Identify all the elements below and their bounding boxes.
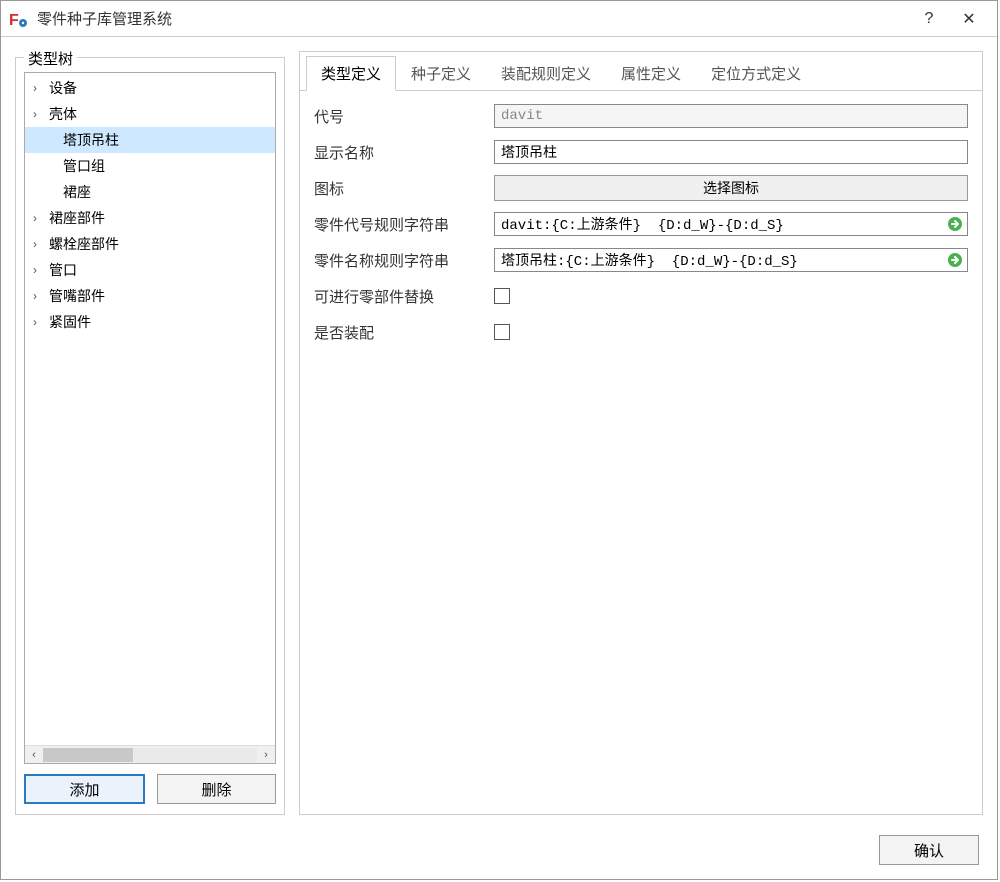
go-icon[interactable]: [945, 250, 965, 270]
tree-item-equipment[interactable]: › 设备: [25, 75, 275, 101]
chevron-right-icon: ›: [33, 211, 49, 225]
tree-item-nozzle[interactable]: › 管口: [25, 257, 275, 283]
tab-attribute-definition[interactable]: 属性定义: [606, 56, 696, 91]
row-icon: 图标 选择图标: [314, 175, 968, 201]
row-name-rule: 零件名称规则字符串: [314, 247, 968, 273]
tree-item-label: 裙座部件: [49, 208, 105, 228]
ok-button[interactable]: 确认: [879, 835, 979, 865]
icon-label: 图标: [314, 178, 494, 199]
tree-item-shell[interactable]: › 壳体: [25, 101, 275, 127]
window-title: 零件种子库管理系统: [37, 8, 909, 29]
right-panel: 类型定义 种子定义 装配规则定义 属性定义 定位方式定义 代号 显示名称 图标 …: [299, 51, 983, 815]
replace-checkbox[interactable]: [494, 288, 510, 304]
row-assemble: 是否装配: [314, 319, 968, 345]
chevron-right-icon: ›: [33, 107, 49, 121]
tabs: 类型定义 种子定义 装配规则定义 属性定义 定位方式定义: [300, 56, 982, 91]
titlebar: F 零件种子库管理系统 ? ✕: [1, 1, 997, 37]
svg-text:F: F: [9, 12, 19, 29]
form: 代号 显示名称 图标 选择图标 零件代号规则字符串: [300, 91, 982, 367]
name-rule-field: [494, 248, 968, 272]
row-code: 代号: [314, 103, 968, 129]
chevron-right-icon: ›: [33, 315, 49, 329]
help-button[interactable]: ?: [909, 4, 949, 34]
scroll-thumb[interactable]: [43, 748, 133, 762]
row-replace: 可进行零部件替换: [314, 283, 968, 309]
app-icon: F: [9, 9, 29, 29]
code-rule-input[interactable]: [495, 216, 945, 232]
type-tree[interactable]: › 设备 › 壳体 塔顶吊柱 管口组: [25, 73, 275, 745]
code-rule-field: [494, 212, 968, 236]
tree-groupbox: 类型树 › 设备 › 壳体 塔顶吊柱: [15, 57, 285, 815]
code-rule-label: 零件代号规则字符串: [314, 214, 494, 235]
tree-buttons: 添加 删除: [24, 774, 276, 804]
tree-item-label: 紧固件: [49, 312, 91, 332]
chevron-right-icon: ›: [33, 237, 49, 251]
delete-button[interactable]: 删除: [157, 774, 276, 804]
tree-item-label: 管嘴部件: [49, 286, 105, 306]
tree-item-bolt-seat[interactable]: › 螺栓座部件: [25, 231, 275, 257]
tree-item-label: 螺栓座部件: [49, 234, 119, 254]
assemble-checkbox[interactable]: [494, 324, 510, 340]
tab-seed-definition[interactable]: 种子定义: [396, 56, 486, 91]
close-button[interactable]: ✕: [949, 4, 989, 34]
tab-positioning-definition[interactable]: 定位方式定义: [696, 56, 816, 91]
name-label: 显示名称: [314, 142, 494, 163]
tab-assembly-rules[interactable]: 装配规则定义: [486, 56, 606, 91]
chevron-right-icon: ›: [33, 289, 49, 303]
tree-item-fastener[interactable]: › 紧固件: [25, 309, 275, 335]
tab-type-definition[interactable]: 类型定义: [306, 56, 396, 91]
tree-item-nozzle-group[interactable]: 管口组: [25, 153, 275, 179]
go-icon[interactable]: [945, 214, 965, 234]
scroll-left-icon[interactable]: ‹: [25, 746, 43, 764]
chevron-right-icon: ›: [33, 81, 49, 95]
tree-item-nozzle-parts[interactable]: › 管嘴部件: [25, 283, 275, 309]
code-label: 代号: [314, 106, 494, 127]
main-window: F 零件种子库管理系统 ? ✕ 类型树 › 设备 ›: [0, 0, 998, 880]
name-rule-label: 零件名称规则字符串: [314, 250, 494, 271]
scroll-track[interactable]: [43, 748, 257, 762]
replace-label: 可进行零部件替换: [314, 286, 494, 307]
code-input: [494, 104, 968, 128]
footer: 确认: [1, 825, 997, 879]
name-input[interactable]: [494, 140, 968, 164]
chevron-right-icon: ›: [33, 263, 49, 277]
tree-item-davit[interactable]: 塔顶吊柱: [25, 127, 275, 153]
scroll-right-icon[interactable]: ›: [257, 746, 275, 764]
choose-icon-button[interactable]: 选择图标: [494, 175, 968, 201]
tree-item-label: 裙座: [63, 182, 91, 202]
tree-container: › 设备 › 壳体 塔顶吊柱 管口组: [24, 72, 276, 764]
horizontal-scrollbar[interactable]: ‹ ›: [25, 745, 275, 763]
row-name: 显示名称: [314, 139, 968, 165]
name-rule-input[interactable]: [495, 252, 945, 268]
tree-item-label: 设备: [49, 78, 77, 98]
tree-item-skirt[interactable]: 裙座: [25, 179, 275, 205]
assemble-label: 是否装配: [314, 322, 494, 343]
tree-item-label: 管口: [49, 260, 77, 280]
add-button[interactable]: 添加: [24, 774, 145, 804]
left-panel: 类型树 › 设备 › 壳体 塔顶吊柱: [15, 51, 285, 815]
tree-item-label: 管口组: [63, 156, 105, 176]
row-code-rule: 零件代号规则字符串: [314, 211, 968, 237]
tree-item-label: 壳体: [49, 104, 77, 124]
tree-item-skirt-parts[interactable]: › 裙座部件: [25, 205, 275, 231]
content-area: 类型树 › 设备 › 壳体 塔顶吊柱: [1, 37, 997, 825]
tree-title: 类型树: [24, 48, 77, 69]
tree-item-label: 塔顶吊柱: [63, 130, 119, 150]
